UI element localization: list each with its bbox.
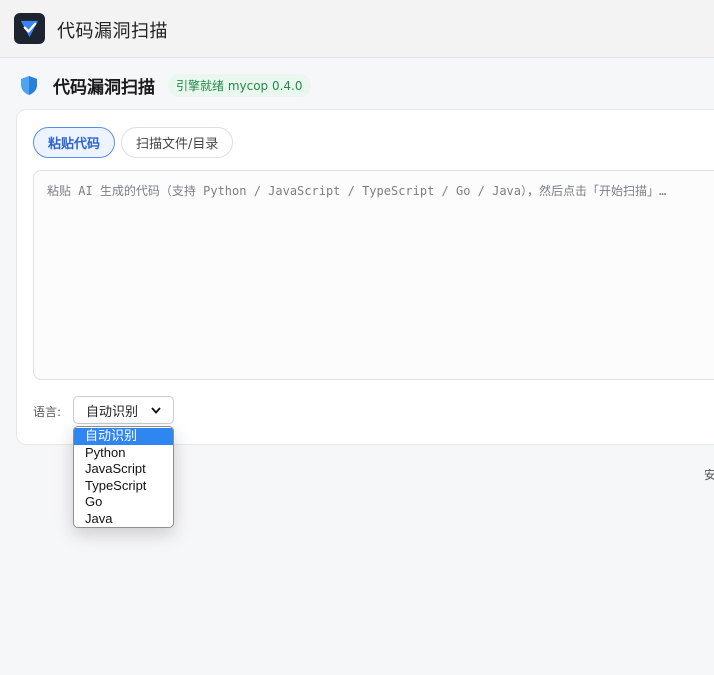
scan-card: 粘贴代码 扫描文件/目录 语言: 自动识别 xyxy=(16,109,714,445)
language-dropdown-list: 自动识别 Python JavaScript TypeScript Go Jav… xyxy=(73,426,174,528)
shield-icon xyxy=(18,74,40,96)
page-title: 代码漏洞扫描 xyxy=(53,77,155,98)
page-header: 代码漏洞扫描 引擎就绪 mycop 0.4.0 xyxy=(18,72,311,98)
code-input[interactable] xyxy=(33,170,714,380)
tab-paste-code[interactable]: 粘贴代码 xyxy=(33,127,116,158)
language-option-typescript[interactable]: TypeScript xyxy=(74,478,173,495)
language-option-auto[interactable]: 自动识别 xyxy=(74,428,173,445)
truncated-side-text: 安 xyxy=(704,468,714,482)
language-option-java[interactable]: Java xyxy=(74,511,173,528)
language-selected-value: 自动识别 xyxy=(86,404,139,420)
window-titlebar: 代码漏洞扫描 xyxy=(0,0,714,58)
language-option-go[interactable]: Go xyxy=(74,494,173,511)
language-option-javascript[interactable]: JavaScript xyxy=(74,461,173,478)
app-logo-icon xyxy=(14,13,45,44)
tab-scan-files[interactable]: 扫描文件/目录 xyxy=(121,127,234,158)
chevron-down-icon xyxy=(151,406,161,414)
window-title: 代码漏洞扫描 xyxy=(57,21,168,42)
engine-status-badge: 引擎就绪 mycop 0.4.0 xyxy=(168,73,311,97)
language-label: 语言: xyxy=(33,405,62,419)
language-select[interactable]: 自动识别 xyxy=(73,396,174,424)
language-option-python[interactable]: Python xyxy=(74,445,173,462)
